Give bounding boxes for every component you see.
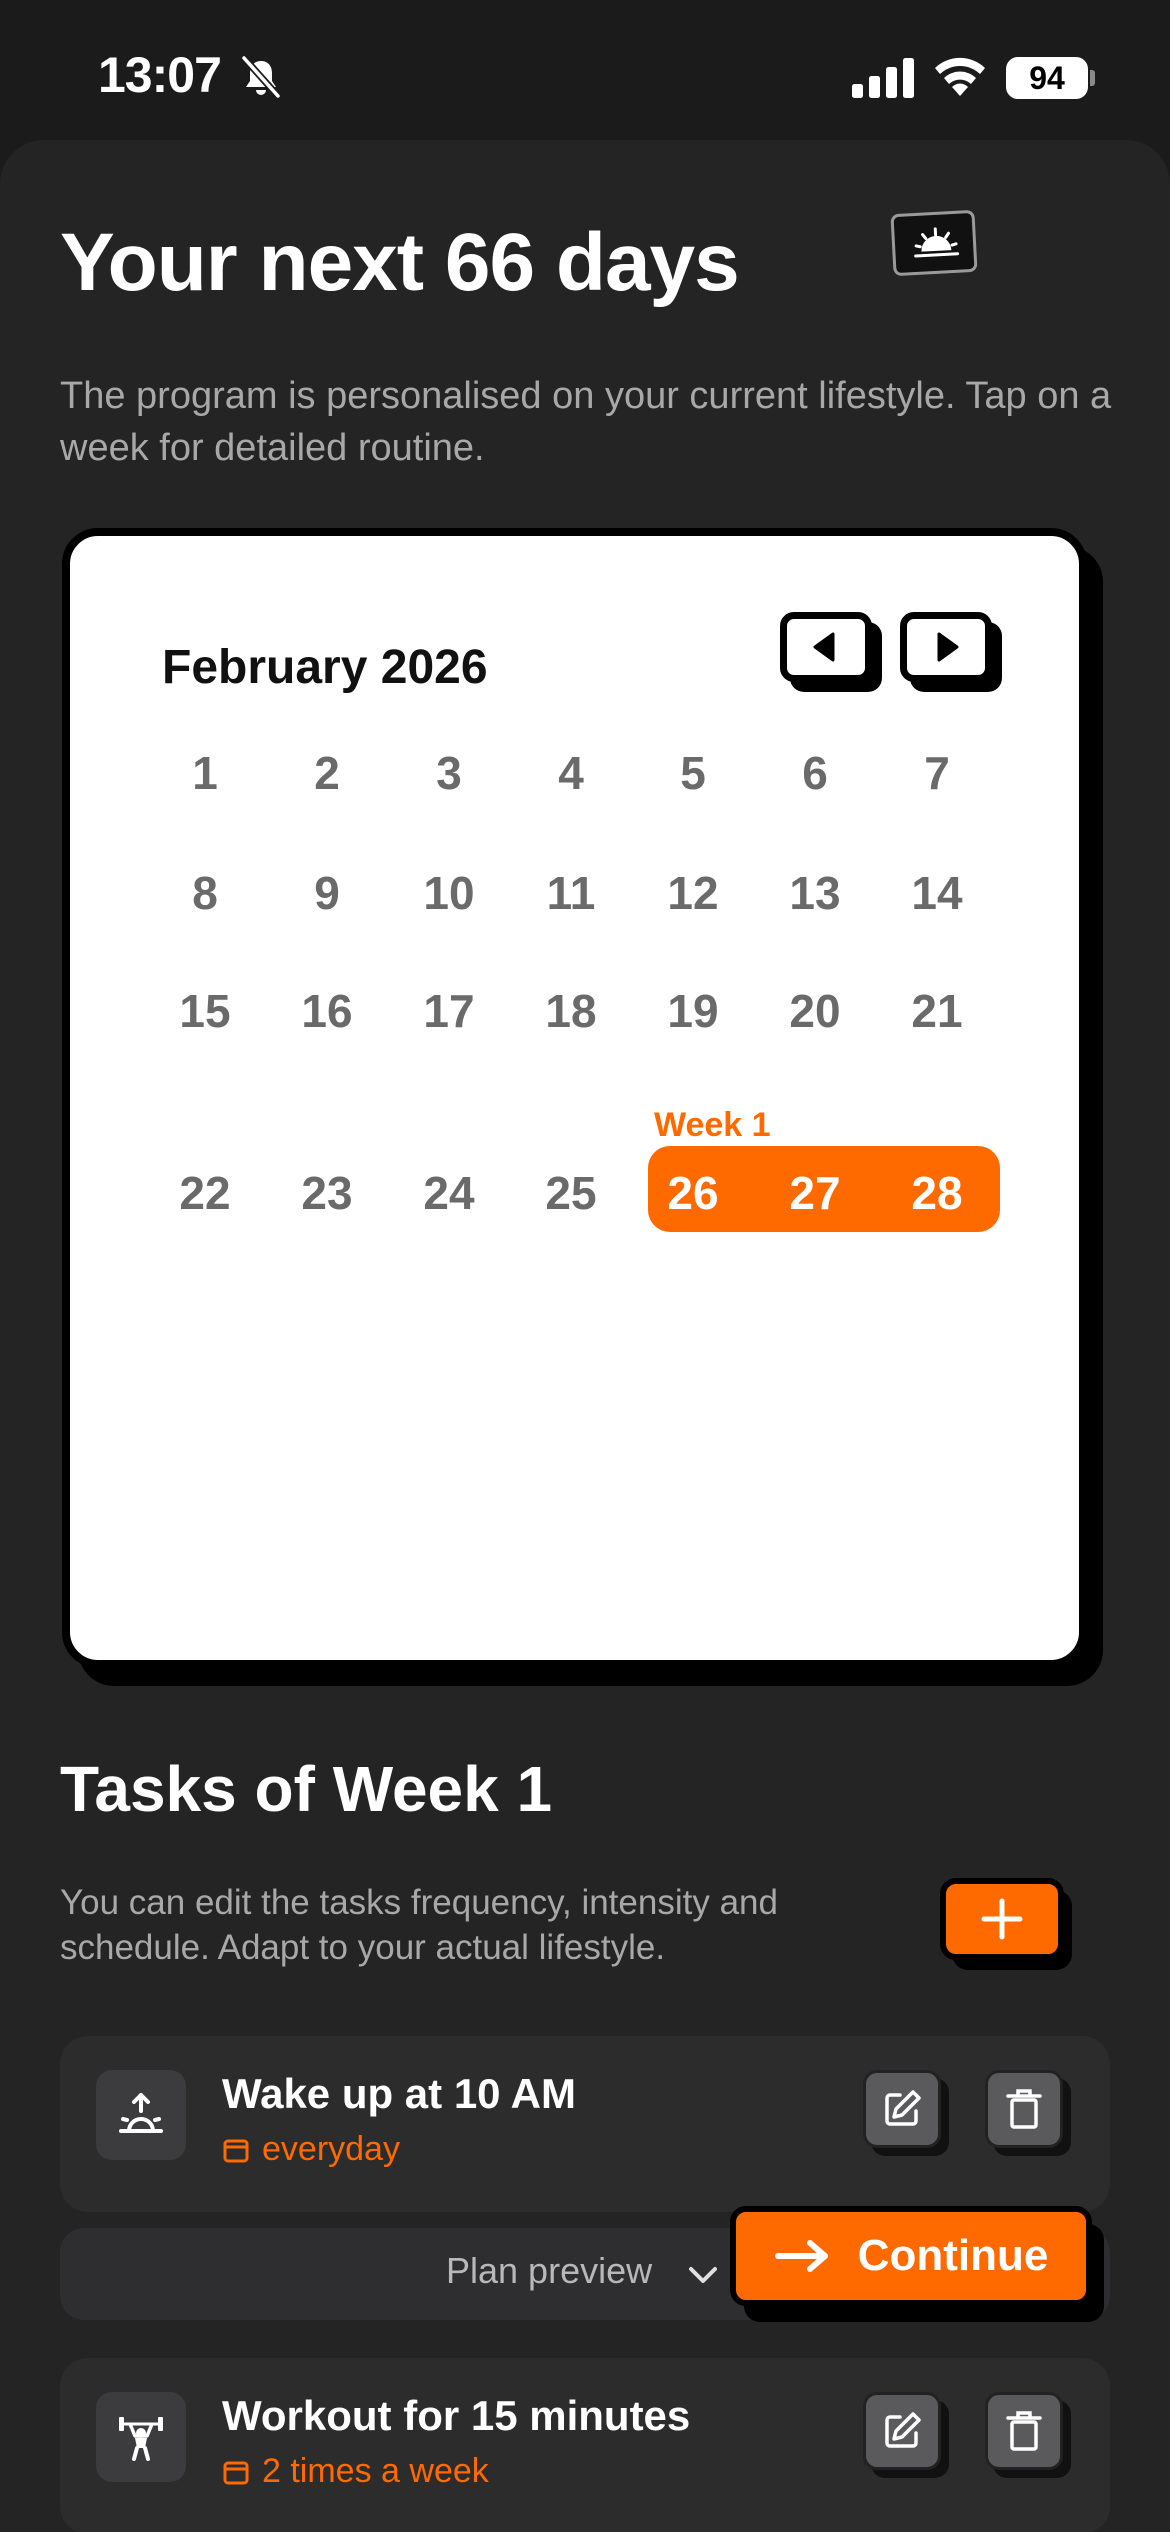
continue-label: Continue (857, 2231, 1049, 2280)
task-frequency: 2 times a week (222, 2452, 489, 2491)
calendar-day[interactable]: 21 (882, 984, 992, 1038)
plan-preview-label: Plan preview (446, 2250, 653, 2291)
calendar-card: February 2026 Week 1 1 2 3 4 5 6 7 8 9 10 11 12 13 14… (62, 528, 1087, 1668)
status-time: 13:07 (98, 47, 222, 103)
calendar-day[interactable]: 22 (150, 1166, 260, 1220)
edit-icon (885, 2412, 921, 2448)
edit-task-button[interactable] (863, 2070, 949, 2156)
calendar-day[interactable]: 23 (272, 1166, 382, 1220)
calendar-day[interactable]: 5 (638, 746, 748, 800)
calendar-day[interactable]: 18 (516, 984, 626, 1038)
calendar-day[interactable]: 13 (760, 866, 870, 920)
arrow-right-icon (774, 2240, 828, 2272)
plus-icon (981, 1898, 1023, 1940)
delete-task-button[interactable] (985, 2392, 1071, 2478)
calendar-day[interactable]: 3 (394, 746, 504, 800)
calendar-day[interactable]: 27 (760, 1166, 870, 1220)
page-subtitle: The program is personalised on your curr… (60, 375, 1112, 469)
tasks-description: You can edit the tasks frequency, intens… (60, 1883, 778, 1967)
sunrise-icon (119, 2093, 163, 2133)
task-icon-box (96, 2392, 186, 2482)
calendar-day[interactable]: 28 (882, 1166, 992, 1220)
page-title: Your next 66 days (60, 217, 740, 308)
calendar-icon (223, 2139, 249, 2162)
calendar-day[interactable]: 14 (882, 866, 992, 920)
calendar-day[interactable]: 6 (760, 746, 870, 800)
calendar-day[interactable]: 10 (394, 866, 504, 920)
battery-nub (1090, 70, 1095, 86)
weightlifter-icon (119, 2417, 163, 2461)
status-bar: 13:07 94 (0, 0, 1170, 140)
calendar-day[interactable]: 20 (760, 984, 870, 1038)
task-icon-box (96, 2070, 186, 2160)
task-card[interactable]: Wake up at 10 AM everyday (60, 2036, 1110, 2212)
task-frequency: everyday (222, 2130, 400, 2169)
chevron-down-icon (689, 2267, 717, 2283)
edit-task-button[interactable] (863, 2392, 949, 2478)
calendar-day[interactable]: 17 (394, 984, 504, 1038)
cellular-signal-icon (852, 58, 914, 98)
trash-icon (1006, 2089, 1042, 2129)
add-task-button[interactable] (940, 1878, 1064, 1960)
calendar-day[interactable]: 4 (516, 746, 626, 800)
task-name: Workout for 15 minutes (222, 2392, 691, 2439)
calendar-icon (223, 2461, 249, 2484)
calendar-day[interactable]: 16 (272, 984, 382, 1038)
battery-indicator: 94 (1006, 57, 1088, 99)
calendar-day[interactable]: 15 (150, 984, 260, 1038)
calendar-day[interactable]: 1 (150, 746, 260, 800)
continue-button[interactable]: Continue (730, 2206, 1092, 2306)
calendar-day[interactable]: 12 (638, 866, 748, 920)
sunrise-badge-icon (890, 209, 978, 277)
edit-icon (885, 2090, 921, 2126)
task-card[interactable]: Workout for 15 minutes 2 times a week (60, 2358, 1110, 2532)
calendar-day[interactable]: 26 (638, 1166, 748, 1220)
calendar-day[interactable]: 24 (394, 1166, 504, 1220)
calendar-day[interactable]: 19 (638, 984, 748, 1038)
bell-off-icon (241, 55, 281, 99)
calendar-day[interactable]: 11 (516, 866, 626, 920)
tasks-title: Tasks of Week 1 (60, 1753, 553, 1825)
calendar-grid: 1 2 3 4 5 6 7 8 9 10 11 12 13 14 15 16 17 18 19 20 21 22 23 24 2… (70, 536, 1079, 1660)
wifi-icon (935, 57, 985, 96)
calendar-day[interactable]: 2 (272, 746, 382, 800)
calendar-day[interactable]: 25 (516, 1166, 626, 1220)
calendar-day[interactable]: 9 (272, 866, 382, 920)
delete-task-button[interactable] (985, 2070, 1071, 2156)
calendar-day[interactable]: 8 (150, 866, 260, 920)
calendar-day[interactable]: 7 (882, 746, 992, 800)
task-frequency-label: 2 times a week (262, 2452, 489, 2490)
task-name: Wake up at 10 AM (222, 2070, 576, 2117)
task-frequency-label: everyday (262, 2130, 400, 2168)
trash-icon (1006, 2411, 1042, 2451)
